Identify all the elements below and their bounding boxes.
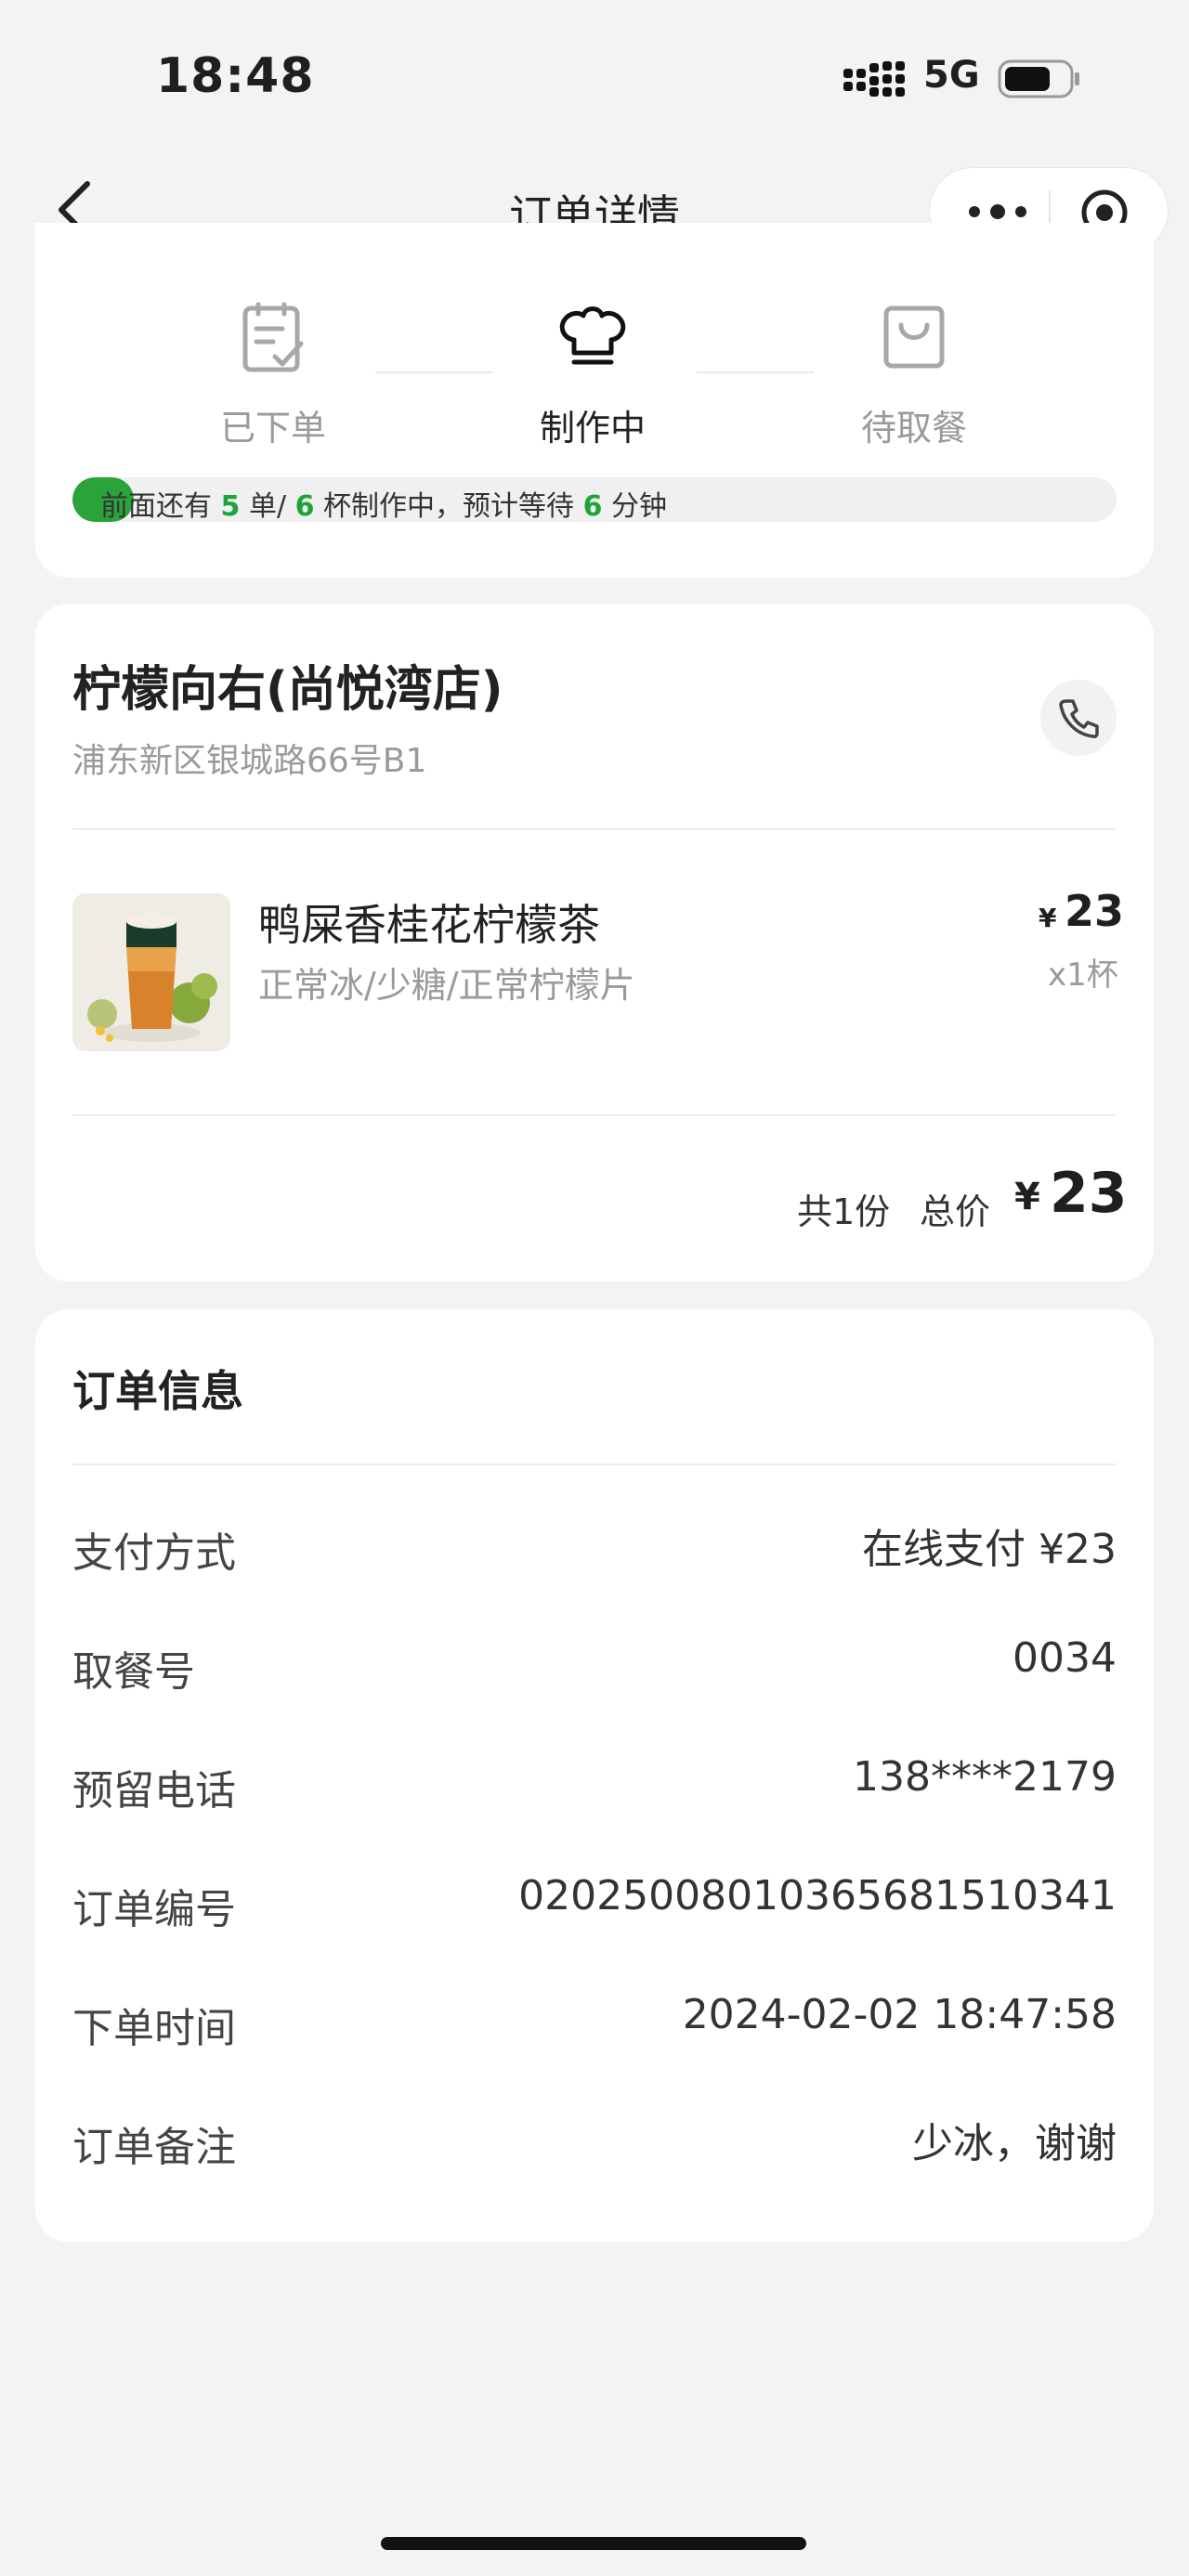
battery-icon <box>998 59 1079 98</box>
signal-icon <box>843 61 905 97</box>
divider <box>72 828 1117 830</box>
total-price: 23 <box>1050 1161 1128 1226</box>
order-note-value: 少冰，谢谢 <box>912 2120 1117 2167</box>
divider <box>72 1114 1117 1116</box>
item-price: 23 <box>1065 886 1125 936</box>
step-connector <box>375 371 492 373</box>
cups-ahead-count: 6 <box>294 490 315 522</box>
divider <box>72 1464 1117 1465</box>
total-currency: ¥ <box>1014 1176 1040 1218</box>
product-image <box>72 893 230 1051</box>
payment-method-label: 支付方式 <box>72 1529 236 1577</box>
step-pickup-label: 待取餐 <box>860 408 967 449</box>
clipboard-check-icon <box>242 302 304 372</box>
item-currency: ¥ <box>1039 903 1057 933</box>
step-ordered-label: 已下单 <box>219 408 326 449</box>
step-making-label: 制作中 <box>539 408 646 449</box>
orders-ahead-count: 5 <box>220 490 241 522</box>
order-number-value[interactable]: 020250080103656815103​41 <box>518 1872 1117 1919</box>
store-address: 浦东新区银城路66号B1 <box>72 742 427 780</box>
product-name: 鸭屎香桂花柠檬茶 <box>258 900 600 950</box>
pickup-number-value: 0034 <box>1013 1634 1117 1682</box>
total-label: 总价 <box>920 1191 991 1232</box>
pickup-number-label: 取餐号 <box>72 1648 195 1696</box>
status-time: 18:48 <box>156 48 315 104</box>
phone-icon <box>1059 699 1099 738</box>
order-number-label: 订单编号 <box>72 1886 236 1933</box>
call-store-button[interactable] <box>1040 680 1117 756</box>
chef-hat-icon <box>559 306 626 365</box>
total-count: 共1份 <box>797 1191 891 1232</box>
shopping-bag-icon <box>883 306 945 369</box>
reserved-phone-label: 预留电话 <box>72 1767 236 1815</box>
order-time-label: 下单时间 <box>72 2005 236 2052</box>
order-note-label: 订单备注 <box>72 2124 236 2171</box>
reserved-phone-value: 138****2179 <box>853 1753 1117 1801</box>
store-name: 柠檬向右(尚悦湾店) <box>72 662 503 718</box>
payment-method-value: 在线支付 ¥23 <box>862 1526 1117 1573</box>
order-info-title: 订单信息 <box>72 1366 243 1416</box>
product-spec: 正常冰/少糖/正常柠檬片 <box>258 965 635 1006</box>
wait-text: 前面还有 5 单/ 6 杯制作中，预计等待 6 分钟 <box>100 490 668 522</box>
network-label: 5G <box>923 54 980 97</box>
order-time-value: 2024-02-02 18:47:58 <box>682 1991 1117 2038</box>
step-connector <box>697 371 814 373</box>
item-quantity: x1杯 <box>1048 956 1118 994</box>
wait-progress-bar: 前面还有 5 单/ 6 杯制作中，预计等待 6 分钟 <box>72 477 1117 522</box>
wait-minutes: 6 <box>582 490 603 522</box>
home-indicator[interactable] <box>381 2537 806 2550</box>
